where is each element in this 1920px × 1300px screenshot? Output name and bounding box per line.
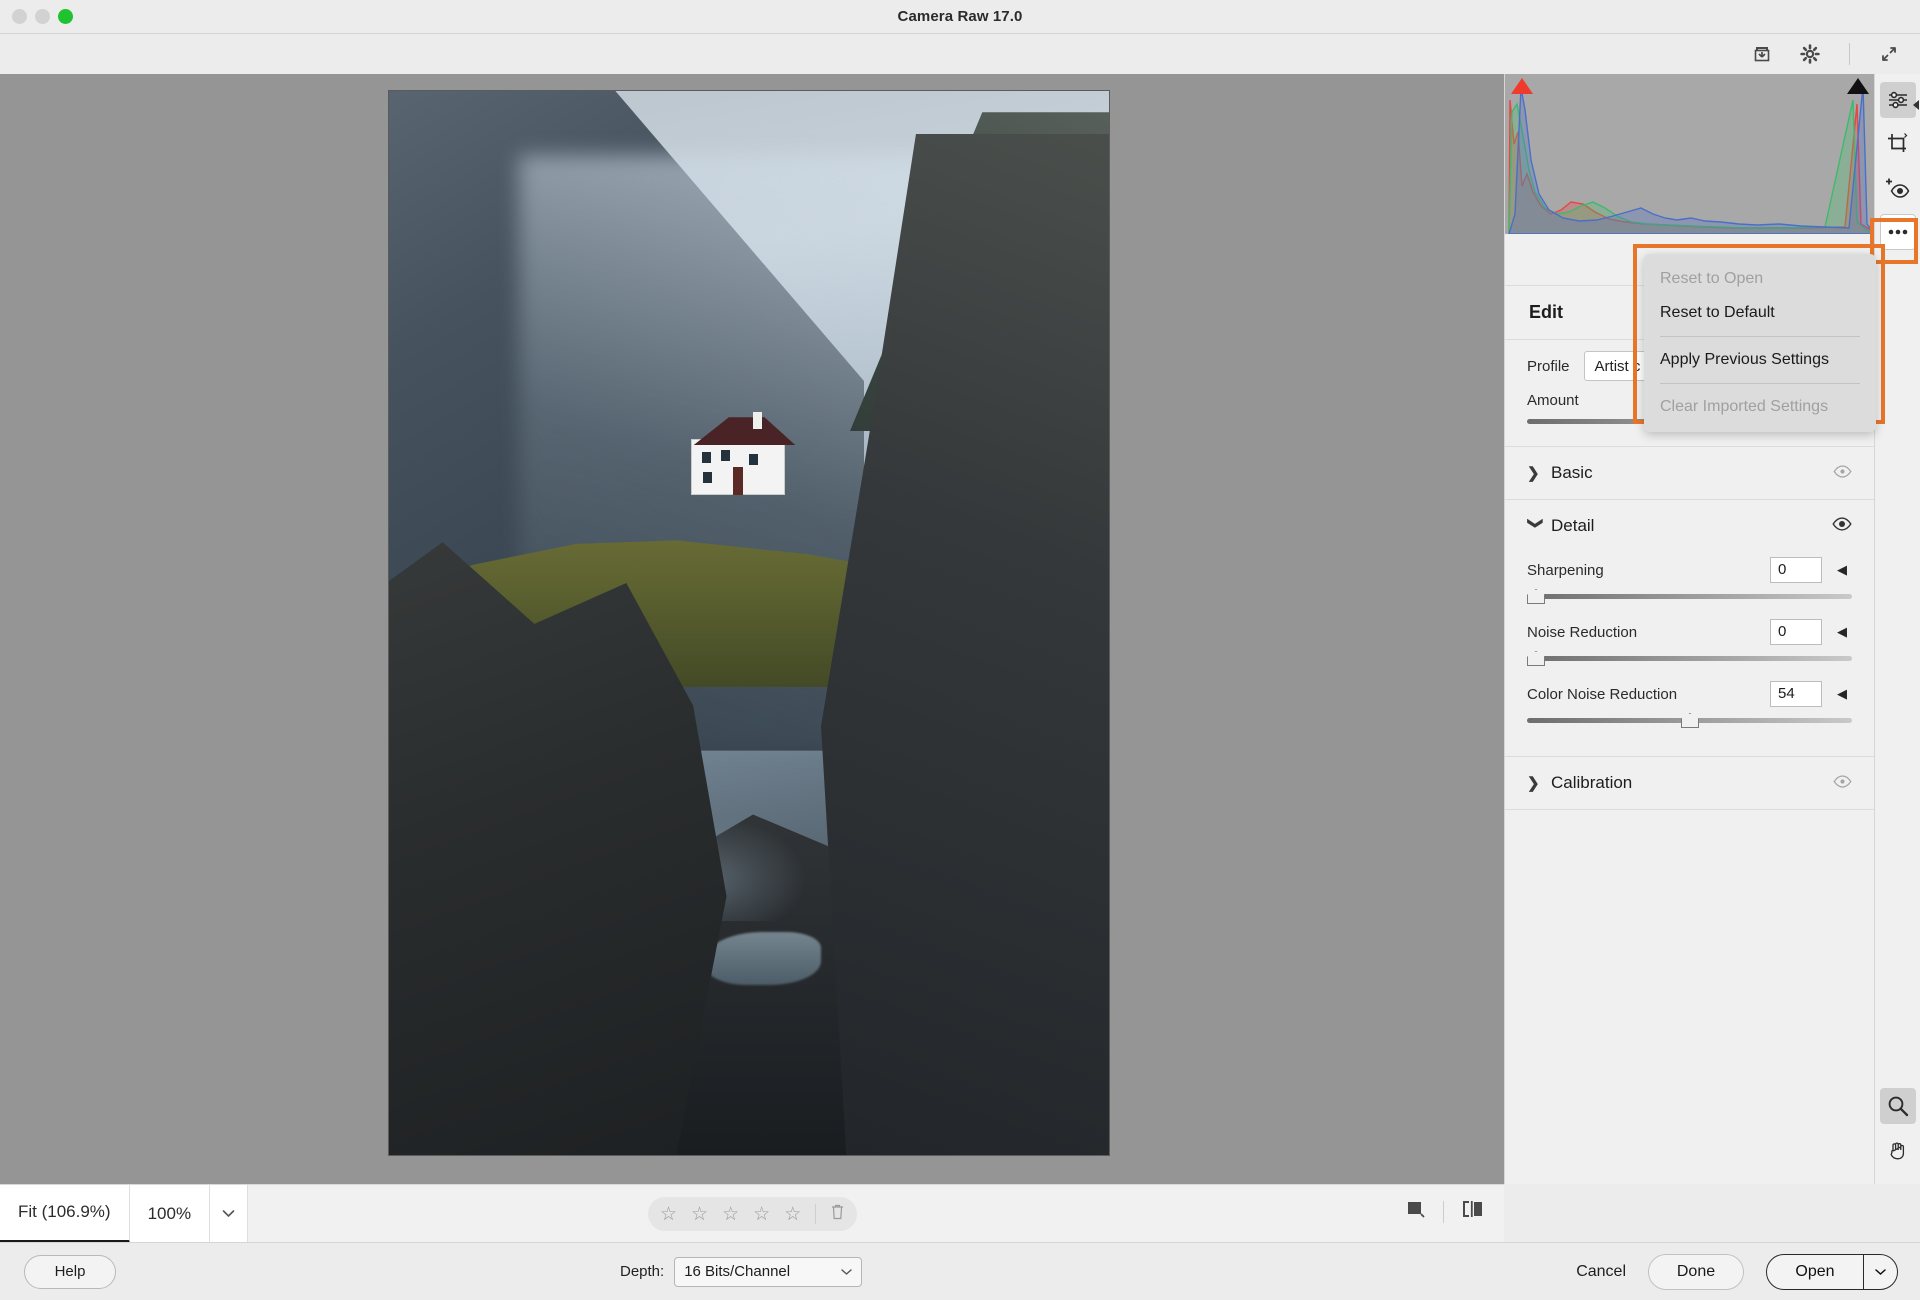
open-button[interactable]: Open [1767, 1255, 1863, 1289]
depth-select-value: 16 Bits/Channel [684, 1263, 791, 1280]
panel-bottom-divider [1505, 809, 1874, 810]
zoom-dropdown-caret-icon[interactable] [210, 1184, 249, 1243]
edit-tool[interactable] [1879, 82, 1916, 118]
rating-star-1[interactable]: ☆ [660, 1205, 677, 1224]
slider-color-noise-reduction: Color Noise Reduction 54 ◀ [1527, 676, 1852, 730]
noise-reduction-track[interactable] [1527, 656, 1852, 661]
sharpening-label: Sharpening [1527, 561, 1604, 579]
open-button-group: Open [1766, 1253, 1898, 1290]
open-options-caret-icon[interactable] [1863, 1254, 1897, 1289]
tool-rail [1874, 74, 1920, 1184]
right-panel: Edit Profile Artist c Amount ❯ Basic ❯ D… [1504, 74, 1875, 1184]
menu-item-reset-to-default[interactable]: Reset to Default [1644, 296, 1876, 330]
spot-removal-tool[interactable] [1880, 170, 1916, 206]
histogram[interactable] [1505, 74, 1875, 234]
color-noise-reduction-value-input[interactable]: 54 [1770, 681, 1822, 707]
slider-noise-reduction: Noise Reduction 0 ◀ [1527, 614, 1852, 668]
toolbar-divider [1849, 43, 1850, 65]
before-after-view-icon[interactable] [1460, 1199, 1486, 1224]
chevron-down-icon: ❯ [1527, 517, 1544, 530]
section-basic-title: Basic [1551, 463, 1593, 482]
background-color-swatch[interactable] [1405, 1199, 1427, 1224]
menu-item-apply-previous-settings[interactable]: Apply Previous Settings [1644, 343, 1876, 377]
section-basic-header[interactable]: ❯ Basic [1505, 447, 1874, 499]
depth-select[interactable]: 16 Bits/Channel [674, 1256, 863, 1287]
photo-preview[interactable] [388, 90, 1110, 1156]
window-title: Camera Raw 17.0 [897, 8, 1023, 25]
image-canvas[interactable] [0, 74, 1504, 1184]
section-calibration-visibility-eye-icon[interactable] [1833, 774, 1852, 792]
sharpening-knob[interactable] [1527, 589, 1545, 604]
color-noise-reduction-knob[interactable] [1681, 713, 1699, 728]
hand-tool[interactable] [1880, 1132, 1916, 1168]
depth-control: Depth: 16 Bits/Channel [620, 1256, 863, 1287]
zoom-tool[interactable] [1880, 1088, 1916, 1124]
section-detail-visibility-eye-icon[interactable] [1832, 517, 1852, 535]
noise-reduction-value-input[interactable]: 0 [1770, 619, 1822, 645]
sharpening-track[interactable] [1527, 594, 1852, 599]
view-tools [1405, 1199, 1486, 1224]
footer-actions: Cancel Done Open [1576, 1253, 1898, 1290]
zoom-fit-tab[interactable]: Fit (106.9%) [0, 1184, 130, 1243]
rating-divider [815, 1204, 817, 1224]
profile-label: Profile [1527, 357, 1570, 375]
fullscreen-expand-icon[interactable] [1876, 41, 1902, 67]
panel-collapse-arrow-icon[interactable] [1913, 100, 1919, 110]
section-detail-header[interactable]: ❯ Detail [1505, 500, 1874, 552]
save-image-icon[interactable] [1749, 41, 1775, 67]
section-calibration-title: Calibration [1551, 773, 1633, 792]
rating-star-5[interactable]: ☆ [784, 1205, 801, 1224]
section-basic: ❯ Basic [1505, 446, 1874, 499]
menu-item-reset-to-open: Reset to Open [1660, 270, 1764, 287]
rating-star-2[interactable]: ☆ [691, 1205, 708, 1224]
sharpening-reset-arrow-icon[interactable]: ◀ [1832, 562, 1852, 578]
slider-sharpening: Sharpening 0 ◀ [1527, 552, 1852, 606]
done-button[interactable]: Done [1648, 1253, 1744, 1290]
shadow-clipping-indicator[interactable] [1511, 78, 1533, 94]
help-button[interactable]: Help [24, 1254, 116, 1289]
color-noise-reduction-reset-arrow-icon[interactable]: ◀ [1832, 686, 1852, 702]
crop-tool[interactable] [1880, 126, 1916, 162]
noise-reduction-knob[interactable] [1527, 651, 1545, 666]
sharpening-value-input[interactable]: 0 [1770, 557, 1822, 583]
view-tools-divider [1443, 1200, 1444, 1223]
photo-water-pool [705, 931, 821, 985]
section-calibration-header[interactable]: ❯ Calibration [1505, 757, 1874, 809]
tool-rail-bottom [1875, 1080, 1920, 1168]
zoom-bar: Fit (106.9%) 100% ☆ ☆ ☆ ☆ ☆ [0, 1184, 1504, 1243]
top-toolbar [0, 34, 1920, 74]
zoom-100-tab[interactable]: 100% [129, 1184, 211, 1243]
rating-star-4[interactable]: ☆ [753, 1205, 770, 1224]
section-basic-visibility-eye-icon[interactable] [1833, 464, 1852, 482]
preferences-gear-icon[interactable] [1797, 41, 1823, 67]
chevron-right-icon: ❯ [1527, 465, 1540, 482]
footer-bar: Help Depth: 16 Bits/Channel Cancel Done … [0, 1242, 1920, 1300]
more-options-menu[interactable]: Reset to Open Reset to Default Apply Pre… [1644, 254, 1876, 432]
photo-house [684, 412, 796, 496]
chevron-down-icon [841, 1268, 852, 1275]
noise-reduction-label: Noise Reduction [1527, 623, 1638, 641]
section-detail-title: Detail [1551, 516, 1595, 535]
highlight-clipping-indicator[interactable] [1847, 78, 1869, 94]
color-noise-reduction-label: Color Noise Reduction [1527, 685, 1678, 703]
histogram-curves [1508, 85, 1875, 234]
title-bar: Camera Raw 17.0 [0, 0, 1920, 34]
chevron-right-icon: ❯ [1527, 775, 1540, 792]
section-detail-body: Sharpening 0 ◀ Noise Reduction 0 ◀ Color… [1505, 552, 1874, 756]
menu-divider [1660, 383, 1860, 384]
rating-star-3[interactable]: ☆ [722, 1205, 739, 1224]
noise-reduction-reset-arrow-icon[interactable]: ◀ [1832, 624, 1852, 640]
rating-control[interactable]: ☆ ☆ ☆ ☆ ☆ [648, 1197, 858, 1231]
delete-icon[interactable] [830, 1203, 845, 1225]
menu-item-clear-imported-settings: Clear Imported Settings [1660, 398, 1829, 415]
menu-divider [1660, 336, 1860, 337]
depth-label: Depth: [620, 1263, 665, 1280]
cancel-button[interactable]: Cancel [1576, 1263, 1626, 1281]
section-detail: ❯ Detail Sharpening 0 ◀ Noise Reduction … [1505, 499, 1874, 756]
section-calibration: ❯ Calibration [1505, 756, 1874, 809]
more-options-tool[interactable] [1879, 214, 1916, 250]
